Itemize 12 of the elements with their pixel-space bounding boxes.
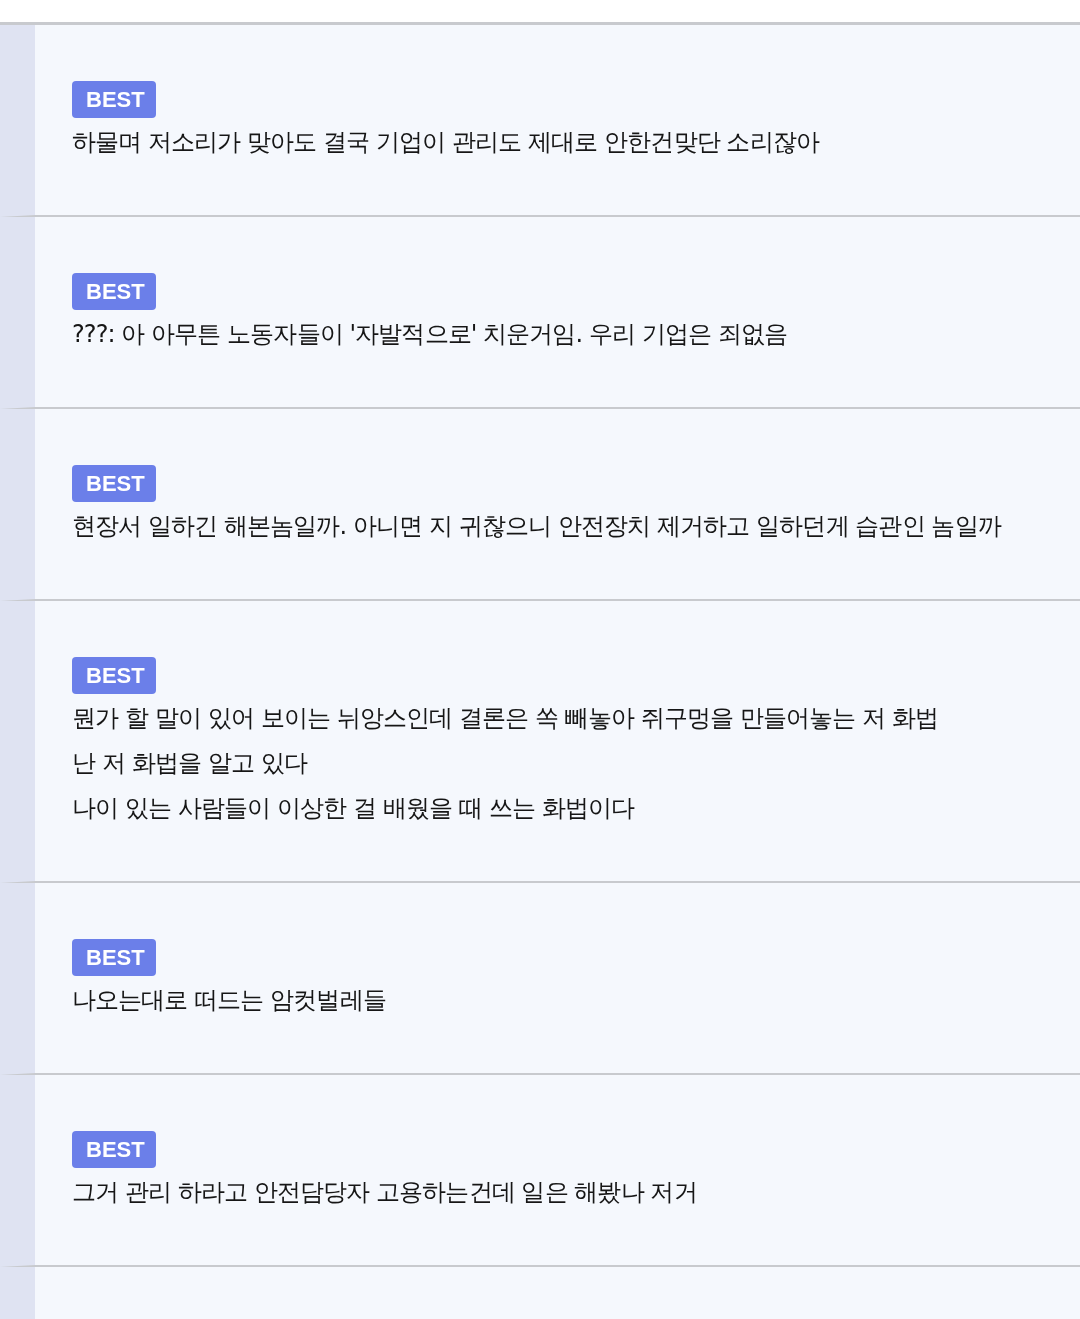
best-badge: BEST	[72, 657, 156, 694]
best-badge: BEST	[72, 81, 156, 118]
comment-text: 현장서 일하긴 해본놈일까. 아니면 지 귀찮으니 안전장치 제거하고 일하던게 습관인 놈일까	[72, 511, 1003, 542]
comment-text: 그거 관리 하라고 안전담당자 고용하는건데 일은 해봤나 저거	[72, 1177, 698, 1208]
best-badge: BEST	[72, 465, 156, 502]
best-badge: BEST	[72, 273, 156, 310]
best-badge: BEST	[72, 1131, 156, 1168]
comment-text: 하물며 저소리가 맞아도 결국 기업이 관리도 제대로 안한건맞단 소리잖아	[72, 127, 821, 158]
comment-text: 뭔가 할 말이 있어 보이는 뉘앙스인데 결론은 쏙 빼놓아 쥐구멍을 만들어놓는 저 화법 난 저 화법을 알고 있다 나이 있는 사람들이 이상한 걸 배웠을 때 쓰는 화법이다	[72, 703, 940, 824]
comment-text: 나오는대로 떠드는 암컷벌레들	[72, 985, 387, 1016]
best-badge: BEST	[72, 939, 156, 976]
comment-text: ???: 아 아무튼 노동자들이 '자발적으로' 치운거임. 우리 기업은 죄없음	[72, 319, 789, 350]
